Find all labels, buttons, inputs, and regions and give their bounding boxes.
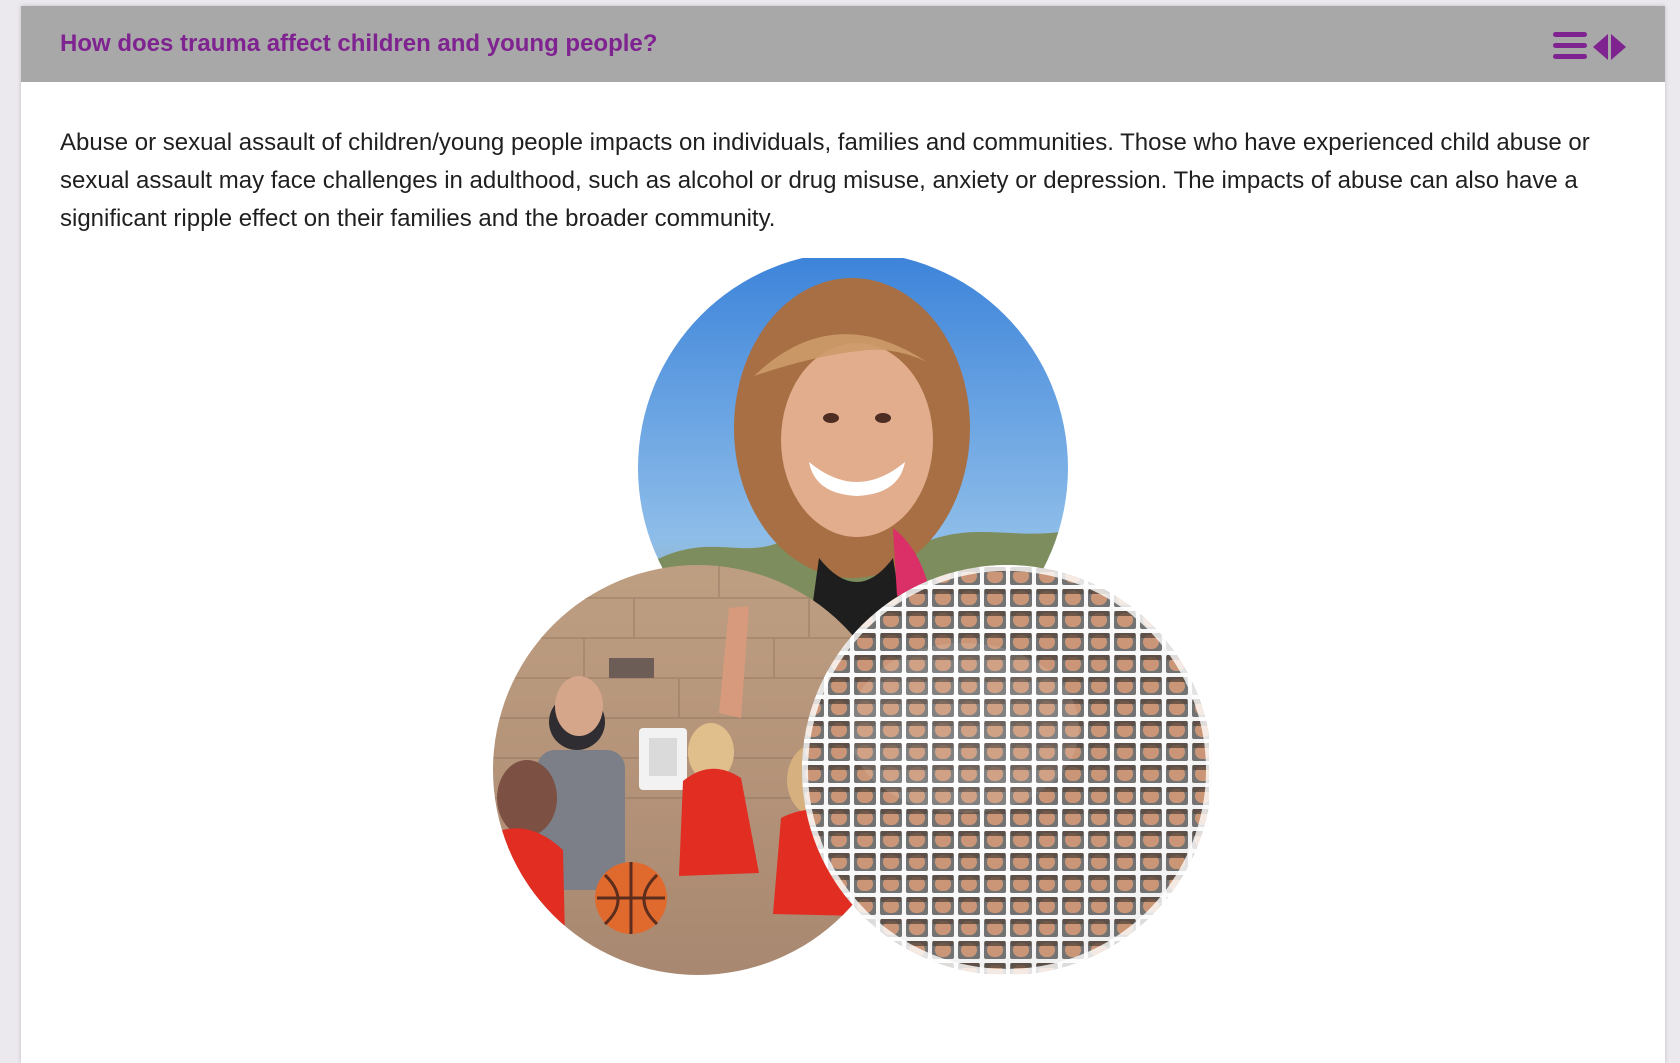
menu-icon[interactable] bbox=[1553, 32, 1589, 62]
next-icon[interactable] bbox=[1611, 34, 1626, 60]
header-controls bbox=[1553, 26, 1626, 62]
page-header: How does trauma affect children and youn… bbox=[21, 6, 1665, 82]
content-card: How does trauma affect children and youn… bbox=[21, 6, 1665, 1063]
menu-bar-2 bbox=[1553, 43, 1587, 48]
intro-paragraph: Abuse or sexual assault of children/youn… bbox=[60, 129, 1590, 232]
menu-bar-1 bbox=[1553, 32, 1587, 37]
page-title: How does trauma affect children and youn… bbox=[60, 30, 658, 57]
menu-bar-3 bbox=[1553, 54, 1587, 59]
collage-svg bbox=[493, 258, 1212, 975]
circular-image-collage bbox=[489, 258, 1215, 980]
previous-icon[interactable] bbox=[1593, 34, 1608, 60]
